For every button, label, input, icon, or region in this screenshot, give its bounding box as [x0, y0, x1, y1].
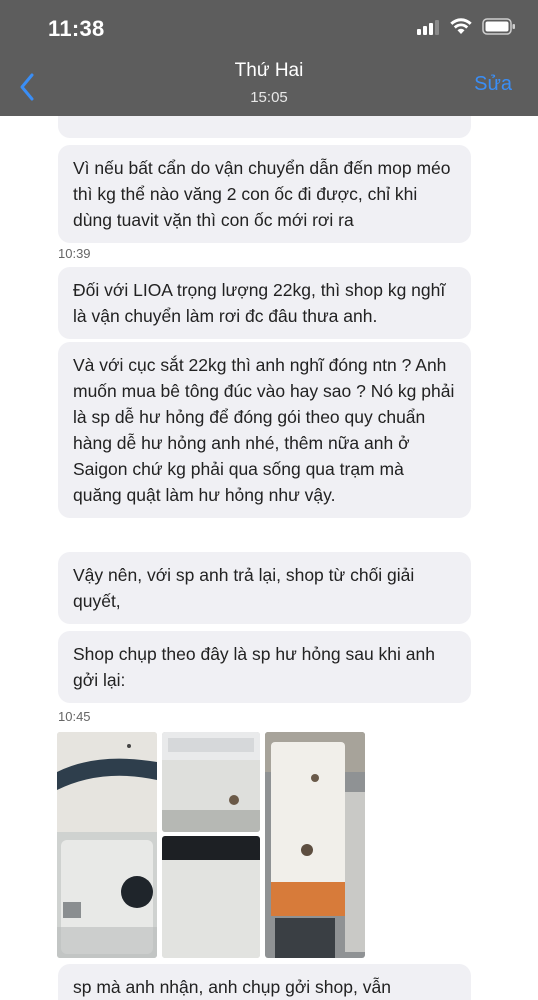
- battery-icon: [482, 18, 515, 35]
- message-bubble: Vậy nên, với sp anh trả lại, shop từ chố…: [58, 552, 471, 624]
- message-bubble-partial: [58, 116, 471, 138]
- message-bubble: Và với cục sắt 22kg thì anh nghĩ đóng nt…: [58, 342, 471, 518]
- status-time: 11:38: [48, 16, 105, 41]
- message-text: Vậy nên, với sp anh trả lại, shop từ chố…: [73, 565, 415, 611]
- status-icons: [416, 18, 516, 35]
- message-bubble: Vì nếu bất cẩn do vận chuyển dẫn đến mop…: [58, 145, 471, 243]
- message-text: Đối với LIOA trọng lượng 22kg, thì shop …: [73, 280, 446, 326]
- message-text: sp mà anh nhận, anh chụp gởi shop, vẫn: [73, 977, 391, 997]
- status-bar: 11:38: [0, 0, 538, 58]
- attached-photo[interactable]: [162, 732, 260, 832]
- attached-photo[interactable]: [265, 732, 365, 958]
- message-bubble: Shop chụp theo đây là sp hư hỏng sau khi…: [58, 631, 471, 703]
- message-bubble: Đối với LIOA trọng lượng 22kg, thì shop …: [58, 267, 471, 339]
- message-text: Vì nếu bất cẩn do vận chuyển dẫn đến mop…: [73, 158, 451, 230]
- message-bubble: sp mà anh nhận, anh chụp gởi shop, vẫn: [58, 964, 471, 1000]
- message-timestamp: 10:39: [58, 246, 91, 261]
- wifi-icon: [450, 18, 472, 34]
- message-text: Và với cục sắt 22kg thì anh nghĩ đóng nt…: [73, 355, 455, 505]
- conversation-title: Thứ Hai: [234, 60, 304, 81]
- conversation-subtitle: 15:05: [250, 89, 288, 106]
- signal-icon: [417, 19, 439, 35]
- nav-bar: Thứ Hai 15:05 Sửa: [0, 58, 538, 116]
- message-timestamp: 10:45: [58, 709, 91, 724]
- edit-button[interactable]: Sửa: [474, 73, 512, 96]
- attached-photo[interactable]: [57, 732, 157, 958]
- attached-photo[interactable]: [162, 836, 260, 958]
- message-text: Shop chụp theo đây là sp hư hỏng sau khi…: [73, 644, 435, 690]
- chat-area[interactable]: Vì nếu bất cẩn do vận chuyển dẫn đến mop…: [0, 116, 538, 1000]
